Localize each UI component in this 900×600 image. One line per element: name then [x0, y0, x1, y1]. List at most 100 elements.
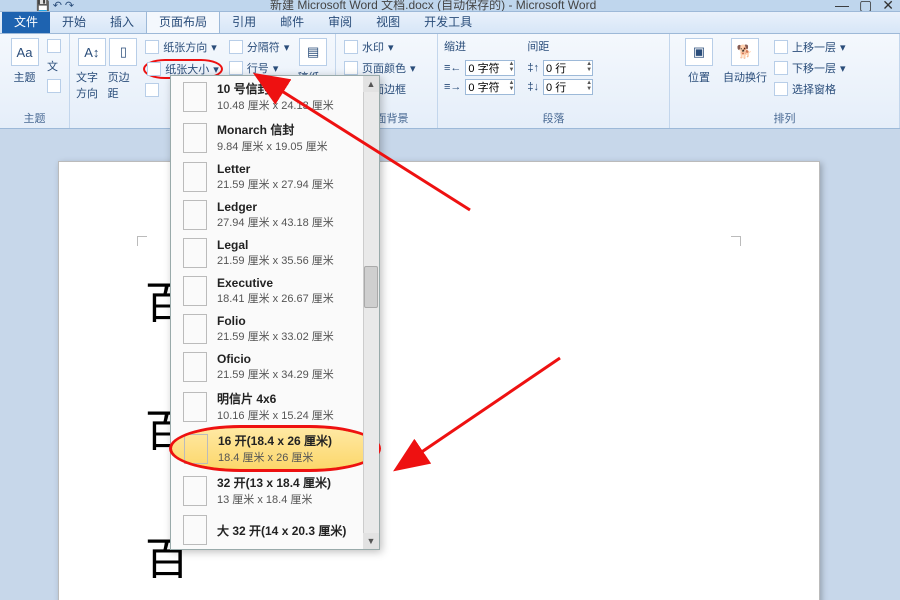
close-button[interactable]: ✕ — [882, 0, 894, 12]
colors-icon — [47, 39, 61, 53]
paper-size-option[interactable]: Ledger27.94 厘米 x 43.18 厘米 — [171, 196, 379, 234]
spacing-before-icon: ‡↑ — [527, 62, 539, 74]
paper-size-option[interactable]: Executive18.41 厘米 x 26.67 厘米 — [171, 272, 379, 310]
watermark-label: 水印 — [362, 39, 384, 55]
option-dimensions: 9.84 厘米 x 19.05 厘米 — [217, 138, 328, 154]
minimize-button[interactable]: — — [835, 0, 849, 12]
paper-thumb-icon — [183, 476, 207, 506]
selection-pane-button[interactable]: 选择窗格 — [772, 80, 848, 98]
paper-thumb-icon — [183, 515, 207, 545]
paper-size-option[interactable]: 32 开(13 x 18.4 厘米)13 厘米 x 18.4 厘米 — [171, 470, 379, 511]
margins-button[interactable]: ▯ 页边距 — [108, 38, 140, 101]
paper-thumb-icon — [183, 276, 207, 306]
tab-review[interactable]: 审阅 — [316, 10, 364, 33]
undo-icon[interactable]: ↶ — [53, 0, 62, 12]
option-dimensions: 21.59 厘米 x 34.29 厘米 — [217, 366, 334, 382]
line-numbers-label: 行号 — [247, 60, 269, 76]
paper-size-option[interactable]: 16 开(18.4 x 26 厘米)18.4 厘米 x 26 厘米 — [171, 427, 379, 470]
margins-icon: ▯ — [109, 38, 137, 66]
group-arrange-label: 排列 — [676, 108, 893, 126]
theme-effects-button[interactable] — [45, 78, 63, 94]
spacing-after-icon: ‡↓ — [527, 81, 539, 93]
tab-home[interactable]: 开始 — [50, 10, 98, 33]
option-dimensions: 13 厘米 x 18.4 厘米 — [217, 491, 331, 507]
option-name: Ledger — [217, 200, 334, 214]
indent-left-field[interactable]: ≡←▲▼ — [444, 60, 515, 76]
option-name: 10 号信封 — [217, 80, 334, 97]
position-button[interactable]: ▣ 位置 — [676, 38, 722, 85]
ribbon-tabs: 文件 开始 插入 页面布局 引用 邮件 审阅 视图 开发工具 — [0, 12, 900, 34]
option-dimensions: 10.16 厘米 x 15.24 厘米 — [217, 407, 334, 423]
crop-mark-tl — [137, 236, 147, 246]
selection-pane-label: 选择窗格 — [792, 81, 836, 97]
window-title: 新建 Microsoft Word 文档.docx (自动保存的) - Micr… — [270, 0, 596, 12]
option-name: Legal — [217, 238, 334, 252]
option-name: 32 开(13 x 18.4 厘米) — [217, 474, 331, 491]
orientation-button[interactable]: 纸张方向 ▾ — [143, 38, 223, 56]
option-name: Executive — [217, 276, 334, 290]
scroll-thumb[interactable] — [364, 266, 378, 308]
breaks-button[interactable]: 分隔符 ▾ — [227, 38, 292, 56]
save-icon[interactable]: 💾 — [36, 0, 50, 12]
paper-thumb-icon — [183, 392, 207, 422]
wrap-text-button[interactable]: 🐕 自动换行 — [722, 38, 768, 85]
spin-down-icon[interactable]: ▼ — [508, 86, 514, 92]
spin-down-icon[interactable]: ▼ — [508, 67, 514, 73]
paper-thumb-icon — [183, 314, 207, 344]
scroll-up-icon[interactable]: ▲ — [363, 76, 379, 92]
themes-button[interactable]: Aa 主题 — [6, 38, 43, 85]
paper-size-option[interactable]: Monarch 信封9.84 厘米 x 19.05 厘米 — [171, 117, 379, 158]
tab-file[interactable]: 文件 — [2, 10, 50, 33]
paper-size-option[interactable]: Oficio21.59 厘米 x 34.29 厘米 — [171, 348, 379, 386]
text-direction-button[interactable]: A↕ 文字方向 — [76, 38, 108, 101]
paper-thumb-icon — [183, 82, 207, 112]
dropdown-scrollbar[interactable]: ▲ ▼ — [363, 76, 379, 549]
option-name: 大 32 开(14 x 20.3 厘米) — [217, 522, 346, 539]
option-dimensions: 18.4 厘米 x 26 厘米 — [218, 449, 332, 465]
tab-view[interactable]: 视图 — [364, 10, 412, 33]
bring-forward-button[interactable]: 上移一层 ▾ — [772, 38, 848, 56]
group-paragraph: 缩进 ≡←▲▼ ≡→▲▼ 间距 ‡↑▲▼ ‡↓▲▼ 段落 — [438, 34, 670, 128]
paper-size-option[interactable]: 10 号信封10.48 厘米 x 24.13 厘米 — [171, 76, 379, 117]
themes-icon: Aa — [11, 38, 39, 66]
wrap-label: 自动换行 — [723, 69, 767, 85]
paper-size-option[interactable]: Letter21.59 厘米 x 27.94 厘米 — [171, 158, 379, 196]
spacing-after-field[interactable]: ‡↓▲▼ — [527, 79, 593, 95]
send-backward-button[interactable]: 下移一层 ▾ — [772, 59, 848, 77]
fonts-icon: 文 — [47, 58, 58, 74]
position-icon: ▣ — [685, 38, 713, 66]
send-backward-label: 下移一层 — [792, 60, 836, 76]
spacing-before-field[interactable]: ‡↑▲▼ — [527, 60, 593, 76]
tab-insert[interactable]: 插入 — [98, 10, 146, 33]
watermark-button[interactable]: 水印 ▾ — [342, 38, 418, 56]
tab-page-layout[interactable]: 页面布局 — [146, 9, 220, 33]
maximize-button[interactable]: ▢ — [859, 0, 872, 12]
themes-label: 主题 — [14, 69, 36, 85]
send-backward-icon — [774, 61, 788, 75]
paper-size-option[interactable]: Folio21.59 厘米 x 33.02 厘米 — [171, 310, 379, 348]
breaks-label: 分隔符 — [247, 39, 280, 55]
bring-forward-label: 上移一层 — [792, 39, 836, 55]
paper-size-option[interactable]: 明信片 4x610.16 厘米 x 15.24 厘米 — [171, 386, 379, 427]
spin-down-icon[interactable]: ▼ — [586, 67, 592, 73]
spin-down-icon[interactable]: ▼ — [586, 86, 592, 92]
title-bar: 💾 ↶ ↷ 新建 Microsoft Word 文档.docx (自动保存的) … — [0, 0, 900, 12]
paper-thumb-icon — [183, 238, 207, 268]
theme-fonts-button[interactable]: 文 — [45, 57, 63, 75]
tab-mailings[interactable]: 邮件 — [268, 10, 316, 33]
theme-colors-button[interactable] — [45, 38, 63, 54]
group-theme: Aa 主题 文 主题 — [0, 34, 70, 128]
paper-size-option[interactable]: 大 32 开(14 x 20.3 厘米) — [171, 511, 379, 549]
paper-size-dropdown[interactable]: ▲ ▼ 10 号信封10.48 厘米 x 24.13 厘米Monarch 信封9… — [170, 75, 380, 550]
paper-size-option[interactable]: Legal21.59 厘米 x 35.56 厘米 — [171, 234, 379, 272]
position-label: 位置 — [688, 69, 710, 85]
indent-left-icon: ≡← — [444, 62, 461, 74]
redo-icon[interactable]: ↷ — [65, 0, 74, 12]
tab-references[interactable]: 引用 — [220, 10, 268, 33]
indent-right-field[interactable]: ≡→▲▼ — [444, 79, 515, 95]
scroll-down-icon[interactable]: ▼ — [363, 533, 379, 549]
option-name: Oficio — [217, 352, 334, 366]
spacing-heading: 间距 — [527, 38, 593, 54]
group-arrange: ▣ 位置 🐕 自动换行 上移一层 ▾ 下移一层 ▾ 选择窗格 排列 — [670, 34, 900, 128]
tab-developer[interactable]: 开发工具 — [412, 10, 484, 33]
